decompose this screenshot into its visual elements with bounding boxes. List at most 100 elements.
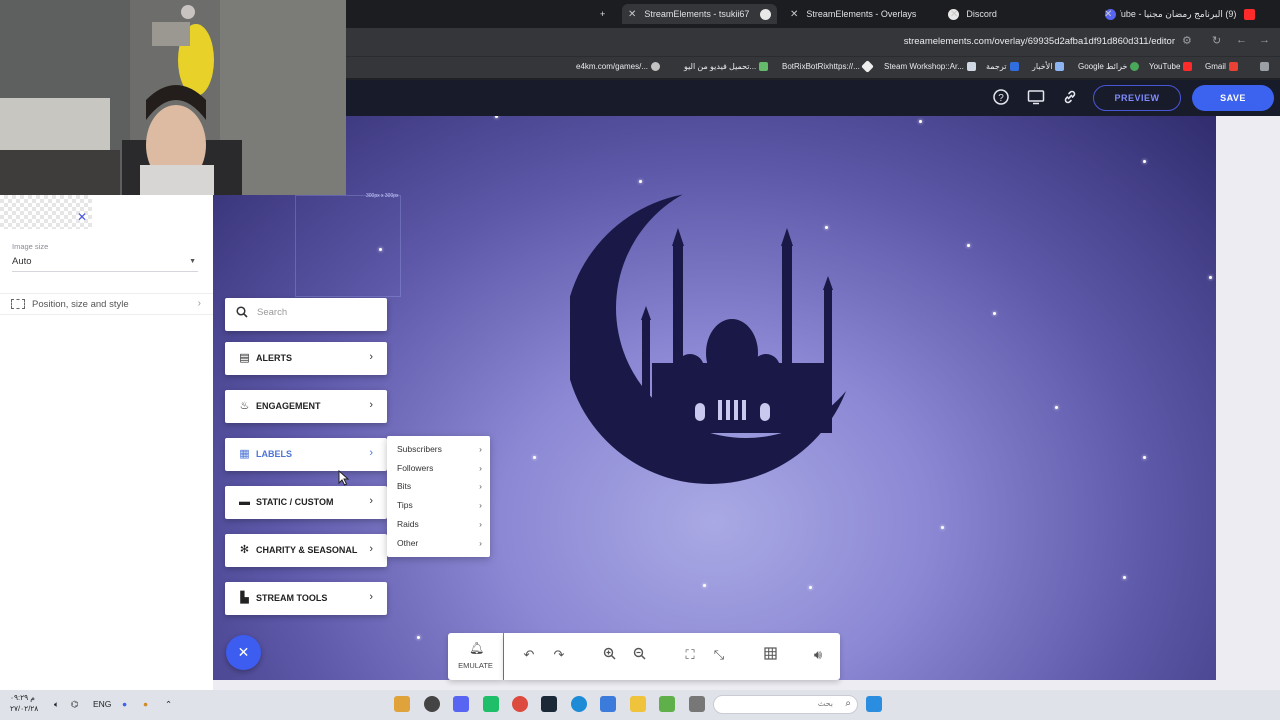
tab-streamelements-editor[interactable]: ✕ StreamElements - tsukii67: [622, 4, 777, 24]
category-charity-seasonal[interactable]: ✻ CHARITY & SEASONAL ›: [225, 534, 387, 567]
bookmark-item[interactable]: Gmail: [1205, 62, 1238, 71]
image-size-label: Image size: [12, 242, 49, 251]
grid-icon: [1260, 62, 1269, 71]
microphone-icon[interactable]: ●: [122, 699, 127, 709]
redo-icon[interactable]: ↷: [550, 647, 568, 663]
close-icon[interactable]: ✕: [790, 9, 798, 20]
fullscreen-icon[interactable]: ⛶: [681, 647, 699, 663]
taskbar-folder-icon[interactable]: [630, 696, 646, 712]
submenu-item-raids[interactable]: Raids: [397, 519, 419, 529]
category-alerts[interactable]: ▤ ALERTS ›: [225, 342, 387, 375]
close-widget-menu-button[interactable]: ✕: [226, 635, 261, 670]
fit-icon[interactable]: ⤡: [710, 647, 728, 663]
taskbar-steam-icon[interactable]: [541, 696, 557, 712]
network-icon[interactable]: ⌬: [71, 699, 78, 710]
help-icon[interactable]: ?: [992, 89, 1010, 107]
close-icon[interactable]: ✕: [950, 9, 958, 20]
category-labels[interactable]: ▦ LABELS ›: [225, 438, 387, 471]
close-icon[interactable]: ✕: [1104, 9, 1112, 20]
snowflake-icon: ✻: [239, 544, 250, 556]
taskbar-settings-icon[interactable]: [424, 696, 440, 712]
emulate-label: EMULATE: [458, 661, 493, 670]
new-tab-button[interactable]: +: [600, 4, 605, 24]
close-icon[interactable]: ✕: [628, 9, 636, 20]
remove-image-icon[interactable]: ✕: [77, 210, 87, 224]
taskbar-facebook-icon[interactable]: [600, 696, 616, 712]
taskbar-app-icon[interactable]: [483, 696, 499, 712]
bookmark-label: Steam Workshop::Ar...: [884, 62, 964, 71]
bookmark-item[interactable]: تحميل فيديو من اليو...: [684, 62, 769, 71]
emulate-button[interactable]: 🔔︎ EMULATE: [448, 633, 503, 680]
submenu-item-followers[interactable]: Followers: [397, 463, 433, 473]
start-windows-icon[interactable]: [866, 696, 882, 712]
bookmark-item[interactable]: e4km.com/games/...: [576, 62, 661, 71]
url-field[interactable]: streamelements.com/overlay/69935d2afba1d…: [904, 36, 1175, 47]
bookmarks-overflow[interactable]: [1260, 62, 1269, 71]
screen-icon[interactable]: [1027, 89, 1045, 107]
category-stream-tools[interactable]: ▙ STREAM TOOLS ›: [225, 582, 387, 615]
category-static-custom[interactable]: ▬ STATIC / CUSTOM ›: [225, 486, 387, 519]
bookmark-label: BotRixBotRixhttps://...: [782, 62, 860, 71]
preview-button[interactable]: PREVIEW: [1093, 85, 1181, 111]
search-input[interactable]: [257, 307, 377, 318]
image-size-select[interactable]: Auto ▼: [12, 256, 198, 272]
taskbar-chrome-icon[interactable]: [512, 696, 528, 712]
diamond-icon: [860, 60, 874, 73]
bookmark-label: YouTube: [1149, 62, 1181, 71]
link-icon[interactable]: [1061, 89, 1079, 107]
speaker-icon[interactable]: 🔈︎: [54, 699, 59, 710]
language-indicator[interactable]: ENG: [93, 699, 111, 709]
bookmark-item[interactable]: Steam Workshop::Ar...: [884, 62, 976, 71]
position-size-style-row[interactable]: Position, size and style ›: [0, 293, 213, 315]
undo-icon[interactable]: ↶: [520, 647, 538, 663]
tab-discord[interactable]: ✕ Discord: [950, 4, 1116, 24]
category-label: ALERTS: [256, 353, 292, 363]
taskbar-app-icon[interactable]: [659, 696, 675, 712]
bookmark-item[interactable]: ترجمة: [986, 62, 1019, 71]
submenu-item-bits[interactable]: Bits: [397, 481, 411, 491]
save-button[interactable]: SAVE: [1192, 85, 1274, 111]
bookmark-label: Gmail: [1205, 62, 1226, 71]
back-icon[interactable]: ←: [1236, 34, 1247, 46]
tab-youtube[interactable]: ✕ (9) البرنامج رمضان مجنيا - YouTube: [1104, 4, 1256, 24]
zoom-out-icon[interactable]: [630, 647, 648, 663]
maps-icon: [1130, 62, 1140, 71]
chevron-right-icon: ›: [369, 495, 373, 507]
grid-icon[interactable]: [761, 647, 779, 663]
category-engagement[interactable]: ♨ ENGAGEMENT ›: [225, 390, 387, 423]
position-icon: [11, 299, 25, 309]
bookmark-label: تحميل فيديو من اليو...: [684, 62, 757, 71]
reload-icon[interactable]: ↻: [1212, 34, 1221, 47]
bookmark-item[interactable]: Google خرائط: [1078, 62, 1140, 71]
webcam-feed: [0, 0, 346, 195]
widget-search[interactable]: [225, 298, 387, 331]
chevron-right-icon: ›: [479, 519, 482, 529]
taskbar-discord-icon[interactable]: [453, 696, 469, 712]
bookmark-item[interactable]: YouTube: [1149, 62, 1193, 71]
search-icon: ⌕: [845, 698, 851, 709]
volume-icon[interactable]: 🔊︎: [809, 647, 827, 663]
taskbar-search[interactable]: بحث ⌕: [713, 695, 858, 714]
search-icon: [236, 306, 248, 321]
taskbar-app-icon[interactable]: [394, 696, 410, 712]
selection-box[interactable]: [295, 195, 401, 297]
submenu-item-subscribers[interactable]: Subscribers: [397, 444, 442, 454]
tray-expand-icon[interactable]: ⌃: [165, 699, 172, 710]
category-label: STATIC / CUSTOM: [256, 497, 334, 507]
site-settings-icon[interactable]: ⚙: [1182, 34, 1192, 47]
globe-icon: [651, 62, 661, 71]
submenu-item-tips[interactable]: Tips: [397, 500, 413, 510]
app-tray-icon[interactable]: ●: [143, 699, 148, 709]
taskbar-app-icon[interactable]: [689, 696, 705, 712]
zoom-in-icon[interactable]: [600, 647, 618, 663]
chevron-right-icon: ›: [479, 463, 482, 473]
youtube-icon: [1244, 8, 1256, 20]
tab-streamelements-overlays[interactable]: ✕ StreamElements - Overlays: [790, 4, 960, 24]
submenu-item-other[interactable]: Other: [397, 538, 418, 548]
bookmark-item[interactable]: BotRixBotRixhttps://...: [782, 60, 874, 73]
bookmark-item[interactable]: الأخبار: [1032, 62, 1065, 71]
forward-icon[interactable]: →: [1259, 34, 1270, 46]
crescent-mosque-image[interactable]: [570, 188, 860, 488]
taskbar-edge-icon[interactable]: [571, 696, 587, 712]
bookmark-label: e4km.com/games/...: [576, 62, 649, 71]
